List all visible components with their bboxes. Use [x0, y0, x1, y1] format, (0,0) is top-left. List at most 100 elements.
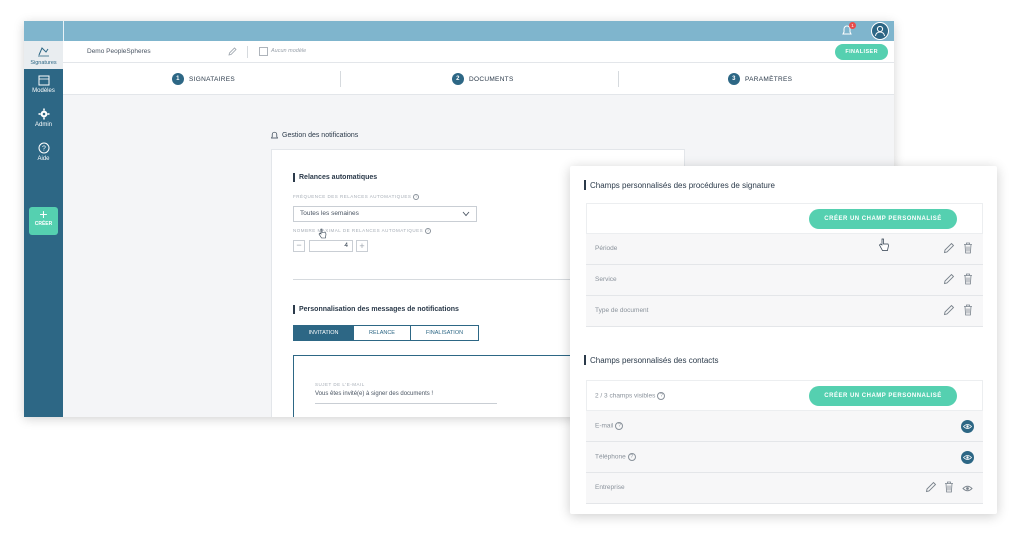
sidebar-item-label: Admin: [34, 122, 52, 128]
field-name: Période: [595, 245, 618, 252]
gear-icon: [38, 108, 49, 120]
user-avatar[interactable]: [871, 22, 889, 40]
auto-reminders-title: Relances automatiques: [293, 173, 377, 182]
subject-input[interactable]: Vous êtes invité(e) à signer des documen…: [315, 391, 497, 404]
sidebar-item-admin[interactable]: Admin: [24, 108, 63, 128]
top-bar: 1: [24, 21, 894, 41]
template-select[interactable]: Aucun modèle: [271, 48, 306, 54]
eye-icon: [962, 455, 973, 460]
user-icon: [875, 25, 885, 37]
card-divider: [293, 279, 593, 280]
eye-icon: [962, 424, 973, 429]
notifications-heading: Gestion des notifications: [270, 131, 358, 140]
step-number: 3: [728, 73, 740, 85]
auto-reminders-label: Relances automatiques: [299, 174, 378, 181]
tab-invitation[interactable]: INVITATION: [293, 325, 354, 341]
workspace-name[interactable]: Demo PeopleSpheres: [87, 48, 151, 55]
tab-finalisation[interactable]: FINALISATION: [410, 325, 479, 341]
tab-relance[interactable]: RELANCE: [353, 325, 411, 341]
procedure-fields-title-text: Champs personnalisés des procédures de s…: [590, 180, 775, 190]
edit-icon[interactable]: [228, 47, 237, 56]
sidebar-item-modeles[interactable]: Modèles: [24, 75, 63, 94]
eye-icon[interactable]: [961, 482, 974, 495]
step-parametres[interactable]: 3 PARAMÈTRES: [728, 72, 792, 86]
increment-button[interactable]: +: [356, 240, 368, 252]
create-procedure-field-button[interactable]: CRÉER UN CHAMP PERSONNALISÉ: [809, 209, 957, 229]
step-number: 1: [172, 73, 184, 85]
signature-icon: [38, 47, 49, 57]
step-label: SIGNATAIRES: [189, 75, 236, 83]
template-icon: [38, 75, 49, 86]
field-name: Entreprise: [595, 484, 625, 491]
custom-fields-panel: Champs personnalisés des procédures de s…: [570, 166, 997, 514]
field-name-text: E-mail: [595, 422, 614, 430]
message-tabs: INVITATION RELANCE FINALISATION: [293, 325, 479, 341]
field-name: Type de document: [595, 307, 649, 314]
procedure-field-row: Période: [586, 234, 983, 265]
svg-text:?: ?: [42, 146, 46, 153]
field-name-text: Téléphone: [595, 453, 626, 461]
step-divider: [618, 71, 619, 87]
header-divider: [247, 46, 248, 58]
max-reminders-stepper[interactable]: − 4 +: [293, 239, 369, 253]
cursor-hand-icon: [318, 228, 327, 239]
help-icon: ?: [38, 142, 49, 154]
trash-icon[interactable]: [944, 481, 954, 493]
cursor-hand-icon: [879, 238, 889, 251]
visible-fields-count: 2 / 3 champs visibles?: [595, 392, 666, 400]
finalize-button[interactable]: FINALISER: [835, 44, 888, 60]
max-reminders-input[interactable]: 4: [309, 240, 353, 252]
contact-fields-title: Champs personnalisés des contacts: [584, 355, 719, 365]
subject-label: SUJET DE L'E-MAIL: [315, 382, 365, 387]
field-name: Service: [595, 276, 617, 283]
step-documents[interactable]: 2 DOCUMENTS: [452, 72, 514, 86]
topbar-divider: [63, 21, 64, 41]
document-header: Demo PeopleSpheres Aucun modèle FINALISE…: [63, 41, 894, 63]
decrement-button[interactable]: −: [293, 240, 305, 252]
trash-icon[interactable]: [963, 242, 973, 254]
edit-icon[interactable]: [943, 242, 955, 254]
field-name: E-mail?: [595, 422, 624, 430]
bell-icon: [270, 131, 279, 139]
visible-fields-count-text: 2 / 3 champs visibles: [595, 392, 656, 400]
create-button[interactable]: + CRÉER: [29, 207, 58, 235]
sidebar: Signatures Modèles Admin ? Aide + CRÉER: [24, 41, 63, 417]
contact-fields-title-text: Champs personnalisés des contacts: [590, 355, 719, 365]
template-icon: [259, 47, 268, 56]
procedure-fields-header: CRÉER UN CHAMP PERSONNALISÉ: [586, 203, 983, 234]
sidebar-item-label: Modèles: [32, 88, 55, 94]
trash-icon[interactable]: [963, 273, 973, 285]
step-label: DOCUMENTS: [469, 75, 514, 83]
max-reminders-value: 4: [344, 242, 348, 249]
edit-icon[interactable]: [943, 273, 955, 285]
contact-field-row: Entreprise: [586, 473, 983, 504]
max-reminders-label: NOMBRE MAXIMAL DE RELANCES AUTOMATIQUES?: [293, 228, 432, 234]
sidebar-item-signatures[interactable]: Signatures: [24, 41, 63, 69]
help-icon[interactable]: ?: [413, 194, 420, 200]
notifications-icon[interactable]: 1: [840, 22, 856, 38]
help-icon[interactable]: ?: [615, 422, 624, 430]
create-label: CRÉER: [34, 221, 53, 227]
step-signataires[interactable]: 1 SIGNATAIRES: [172, 72, 235, 86]
step-bar: 1 SIGNATAIRES 2 DOCUMENTS 3 PARAMÈTRES: [63, 63, 894, 95]
help-icon[interactable]: ?: [657, 392, 666, 400]
edit-icon[interactable]: [925, 481, 937, 493]
help-icon[interactable]: ?: [425, 228, 432, 234]
messages-title: Personnalisation des messages de notific…: [293, 305, 459, 314]
edit-icon[interactable]: [943, 304, 955, 316]
trash-icon[interactable]: [963, 304, 973, 316]
notifications-title: Gestion des notifications: [282, 132, 359, 139]
field-name: Téléphone?: [595, 453, 636, 461]
subject-value: Vous êtes invité(e) à signer des documen…: [315, 391, 434, 397]
frequency-value: Toutes les semaines: [300, 210, 359, 217]
sidebar-item-label: Aide: [37, 156, 50, 162]
frequency-label-text: FRÉQUENCE DES RELANCES AUTOMATIQUES: [293, 194, 412, 200]
visibility-toggle[interactable]: [961, 451, 974, 464]
contact-fields-header: 2 / 3 champs visibles? CRÉER UN CHAMP PE…: [586, 380, 983, 411]
step-divider: [340, 71, 341, 87]
create-contact-field-button[interactable]: CRÉER UN CHAMP PERSONNALISÉ: [809, 386, 957, 406]
help-icon[interactable]: ?: [627, 453, 636, 461]
frequency-select[interactable]: Toutes les semaines: [293, 206, 477, 222]
sidebar-item-aide[interactable]: ? Aide: [24, 142, 63, 162]
visibility-toggle[interactable]: [961, 420, 974, 433]
